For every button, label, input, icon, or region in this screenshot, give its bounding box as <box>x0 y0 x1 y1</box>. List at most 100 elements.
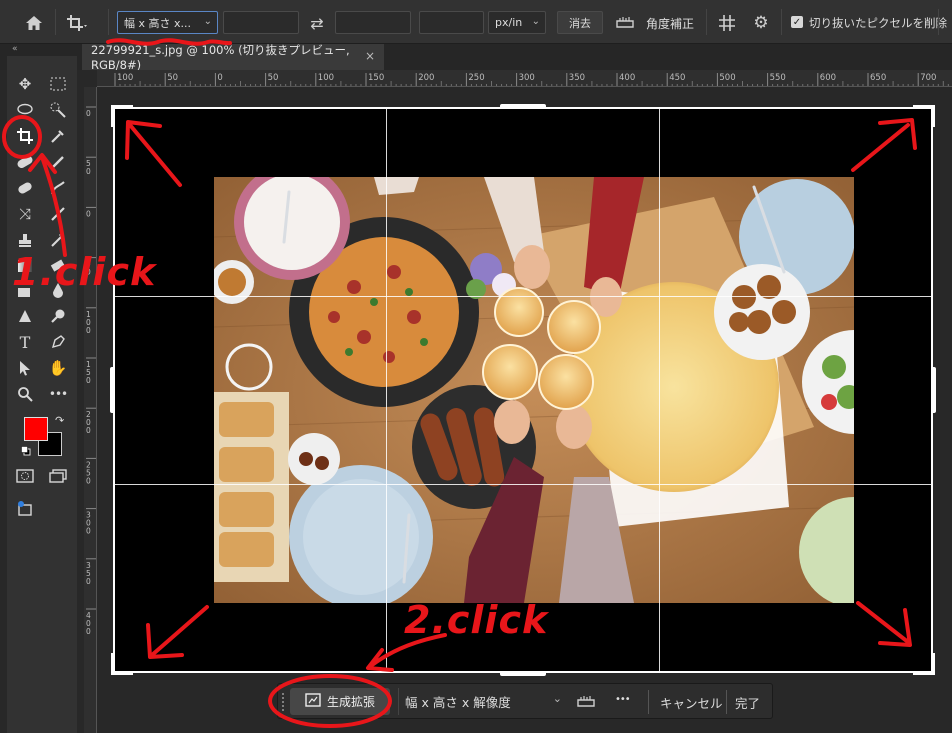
rule-of-thirds-line <box>114 484 932 485</box>
ruler-label: 50 <box>167 73 178 83</box>
ruler-label: 100 <box>117 73 133 83</box>
annotation-step1-label: 1.click <box>12 250 157 294</box>
crop-edge-handle-right[interactable] <box>931 367 936 413</box>
ratio-preset-dropdown-value: 幅 x 高さ x 解像度 <box>405 695 511 710</box>
ruler-label: 700 <box>920 73 936 83</box>
quick-selection-tool-icon[interactable] <box>45 98 71 122</box>
swap-dimensions-icon[interactable]: ⇄ <box>305 12 329 34</box>
overlay-grid-icon[interactable] <box>716 12 738 34</box>
crop-corner-handle-bottom-right[interactable] <box>931 653 935 675</box>
eyedropper-tool-icon[interactable] <box>45 124 71 148</box>
gear-icon[interactable]: ⚙ <box>750 12 772 34</box>
ruler-label: 650 <box>870 73 886 83</box>
width-field[interactable] <box>223 11 299 34</box>
ruler-label: 450 <box>669 73 685 83</box>
ruler-label: 400 <box>619 73 635 83</box>
content-aware-move-icon[interactable]: ⤨ <box>12 202 38 226</box>
move-tool-icon[interactable]: ✥ <box>12 72 38 96</box>
type-tool-icon[interactable]: T <box>12 330 38 354</box>
patch-tool-icon[interactable] <box>45 176 71 200</box>
foreground-color-swatch[interactable] <box>24 417 48 441</box>
ruler-label: 0 <box>86 326 91 335</box>
chevron-down-icon: ⌄ <box>203 16 212 27</box>
crop-edge-handle-top[interactable] <box>500 104 546 109</box>
vertical-ruler: 050050100150200250300350400 <box>84 87 97 733</box>
default-colors-icon[interactable] <box>21 445 31 456</box>
lasso-tool-icon[interactable] <box>12 98 38 122</box>
more-options-icon[interactable]: ••• <box>615 694 631 705</box>
ruler-label: 100 <box>318 73 334 83</box>
dodge-tool-icon[interactable] <box>45 304 71 328</box>
edit-toolbar-icon[interactable] <box>12 496 38 520</box>
drag-handle-icon[interactable] <box>281 692 285 712</box>
delete-cropped-checkbox[interactable]: ✓ <box>791 16 803 28</box>
crop-tool-icon[interactable] <box>12 124 38 148</box>
history-brush-tool-icon[interactable] <box>45 228 71 252</box>
ratio-preset-select[interactable]: 幅 x 高さ x... ⌄ <box>117 11 218 34</box>
path-selection-tool-icon[interactable] <box>12 356 38 380</box>
crop-tool-preset-icon[interactable] <box>62 11 92 35</box>
contextual-task-bar: 生成拡張 幅 x 高さ x 解像度 ⌄ ••• キャンセル 完了 <box>277 683 773 719</box>
resolution-field[interactable] <box>419 11 484 34</box>
ruler-label: 250 <box>468 73 484 83</box>
resolution-unit-select[interactable]: px/in ⌄ <box>488 11 546 34</box>
generative-fill-tool-icon[interactable] <box>45 150 71 174</box>
pen-tool-icon[interactable] <box>45 330 71 354</box>
more-tools-icon[interactable]: ••• <box>45 382 71 406</box>
divider <box>706 9 707 35</box>
ratio-preset-dropdown[interactable]: 幅 x 高さ x 解像度 ⌄ <box>398 688 566 715</box>
collapse-panel-icon[interactable]: « <box>12 44 18 54</box>
straighten-icon[interactable] <box>576 694 596 710</box>
cancel-button[interactable]: キャンセル <box>660 693 723 712</box>
screen-mode-icon[interactable] <box>45 464 71 488</box>
rule-of-thirds-line <box>386 108 387 672</box>
party-food-photo <box>214 177 854 603</box>
clone-stamp-tool-icon[interactable] <box>12 228 38 252</box>
ruler-label: 500 <box>719 73 735 83</box>
chevron-down-icon: ⌄ <box>552 692 562 705</box>
rule-of-thirds-line <box>659 108 660 672</box>
document-tab-strip: 22799921_s.jpg @ 100% (切り抜きプレビュー, RGB/8#… <box>0 43 952 72</box>
crop-corner-handle-bottom-left[interactable] <box>111 653 115 675</box>
healing-brush-tool-icon[interactable] <box>12 176 38 200</box>
brush-tool-icon[interactable] <box>45 202 71 226</box>
height-field[interactable] <box>335 11 411 34</box>
annotation-step2-label: 2.click <box>404 598 549 642</box>
zoom-tool-icon[interactable] <box>12 382 38 406</box>
ruler-label: 550 <box>770 73 786 83</box>
straighten-label[interactable]: 角度補正 <box>646 15 694 32</box>
home-icon[interactable] <box>22 12 46 34</box>
divider <box>108 9 109 35</box>
done-button[interactable]: 完了 <box>735 693 760 712</box>
ruler-label: 0 <box>217 73 222 83</box>
marquee-tool-icon[interactable] <box>45 72 71 96</box>
ruler-label: 0 <box>86 426 91 435</box>
options-bar: 幅 x 高さ x... ⌄ ⇄ px/in ⌄ 消去 角度補正 ⚙ ✓ 切り抜い… <box>0 0 952 44</box>
crop-corner-handle-top-right[interactable] <box>931 105 935 127</box>
ruler-label: 600 <box>820 73 836 83</box>
crop-edge-handle-bottom[interactable] <box>500 671 546 676</box>
swap-colors-icon[interactable]: ↷ <box>55 414 64 427</box>
spot-healing-tool-icon[interactable] <box>12 150 38 174</box>
document-tab[interactable]: 22799921_s.jpg @ 100% (切り抜きプレビュー, RGB/8#… <box>82 43 384 72</box>
close-icon[interactable]: × <box>365 49 375 63</box>
generative-expand-button[interactable]: 生成拡張 <box>290 688 390 715</box>
ruler-label: 150 <box>368 73 384 83</box>
ruler-label: 0 <box>86 627 91 636</box>
ruler-label: 350 <box>569 73 585 83</box>
crop-corner-handle-top-left[interactable] <box>111 105 115 127</box>
hand-tool-icon[interactable]: ✋ <box>45 356 71 380</box>
sharpen-tool-icon[interactable] <box>12 304 38 328</box>
resolution-unit-value: px/in <box>495 16 523 29</box>
generative-expand-icon <box>305 693 321 710</box>
clear-button[interactable]: 消去 <box>557 11 603 34</box>
generative-expand-label: 生成拡張 <box>326 695 375 709</box>
divider <box>55 9 56 35</box>
ruler-label: 0 <box>86 476 91 485</box>
crop-edge-handle-left[interactable] <box>110 367 115 413</box>
quick-mask-icon[interactable] <box>12 464 38 488</box>
straighten-icon[interactable] <box>614 13 636 31</box>
ruler-label: 200 <box>418 73 434 83</box>
horizontal-ruler: 100 50 0 50 100 150 200 250 300 350 400 450 500 550 60… <box>97 70 952 87</box>
rule-of-thirds-line <box>114 296 932 297</box>
